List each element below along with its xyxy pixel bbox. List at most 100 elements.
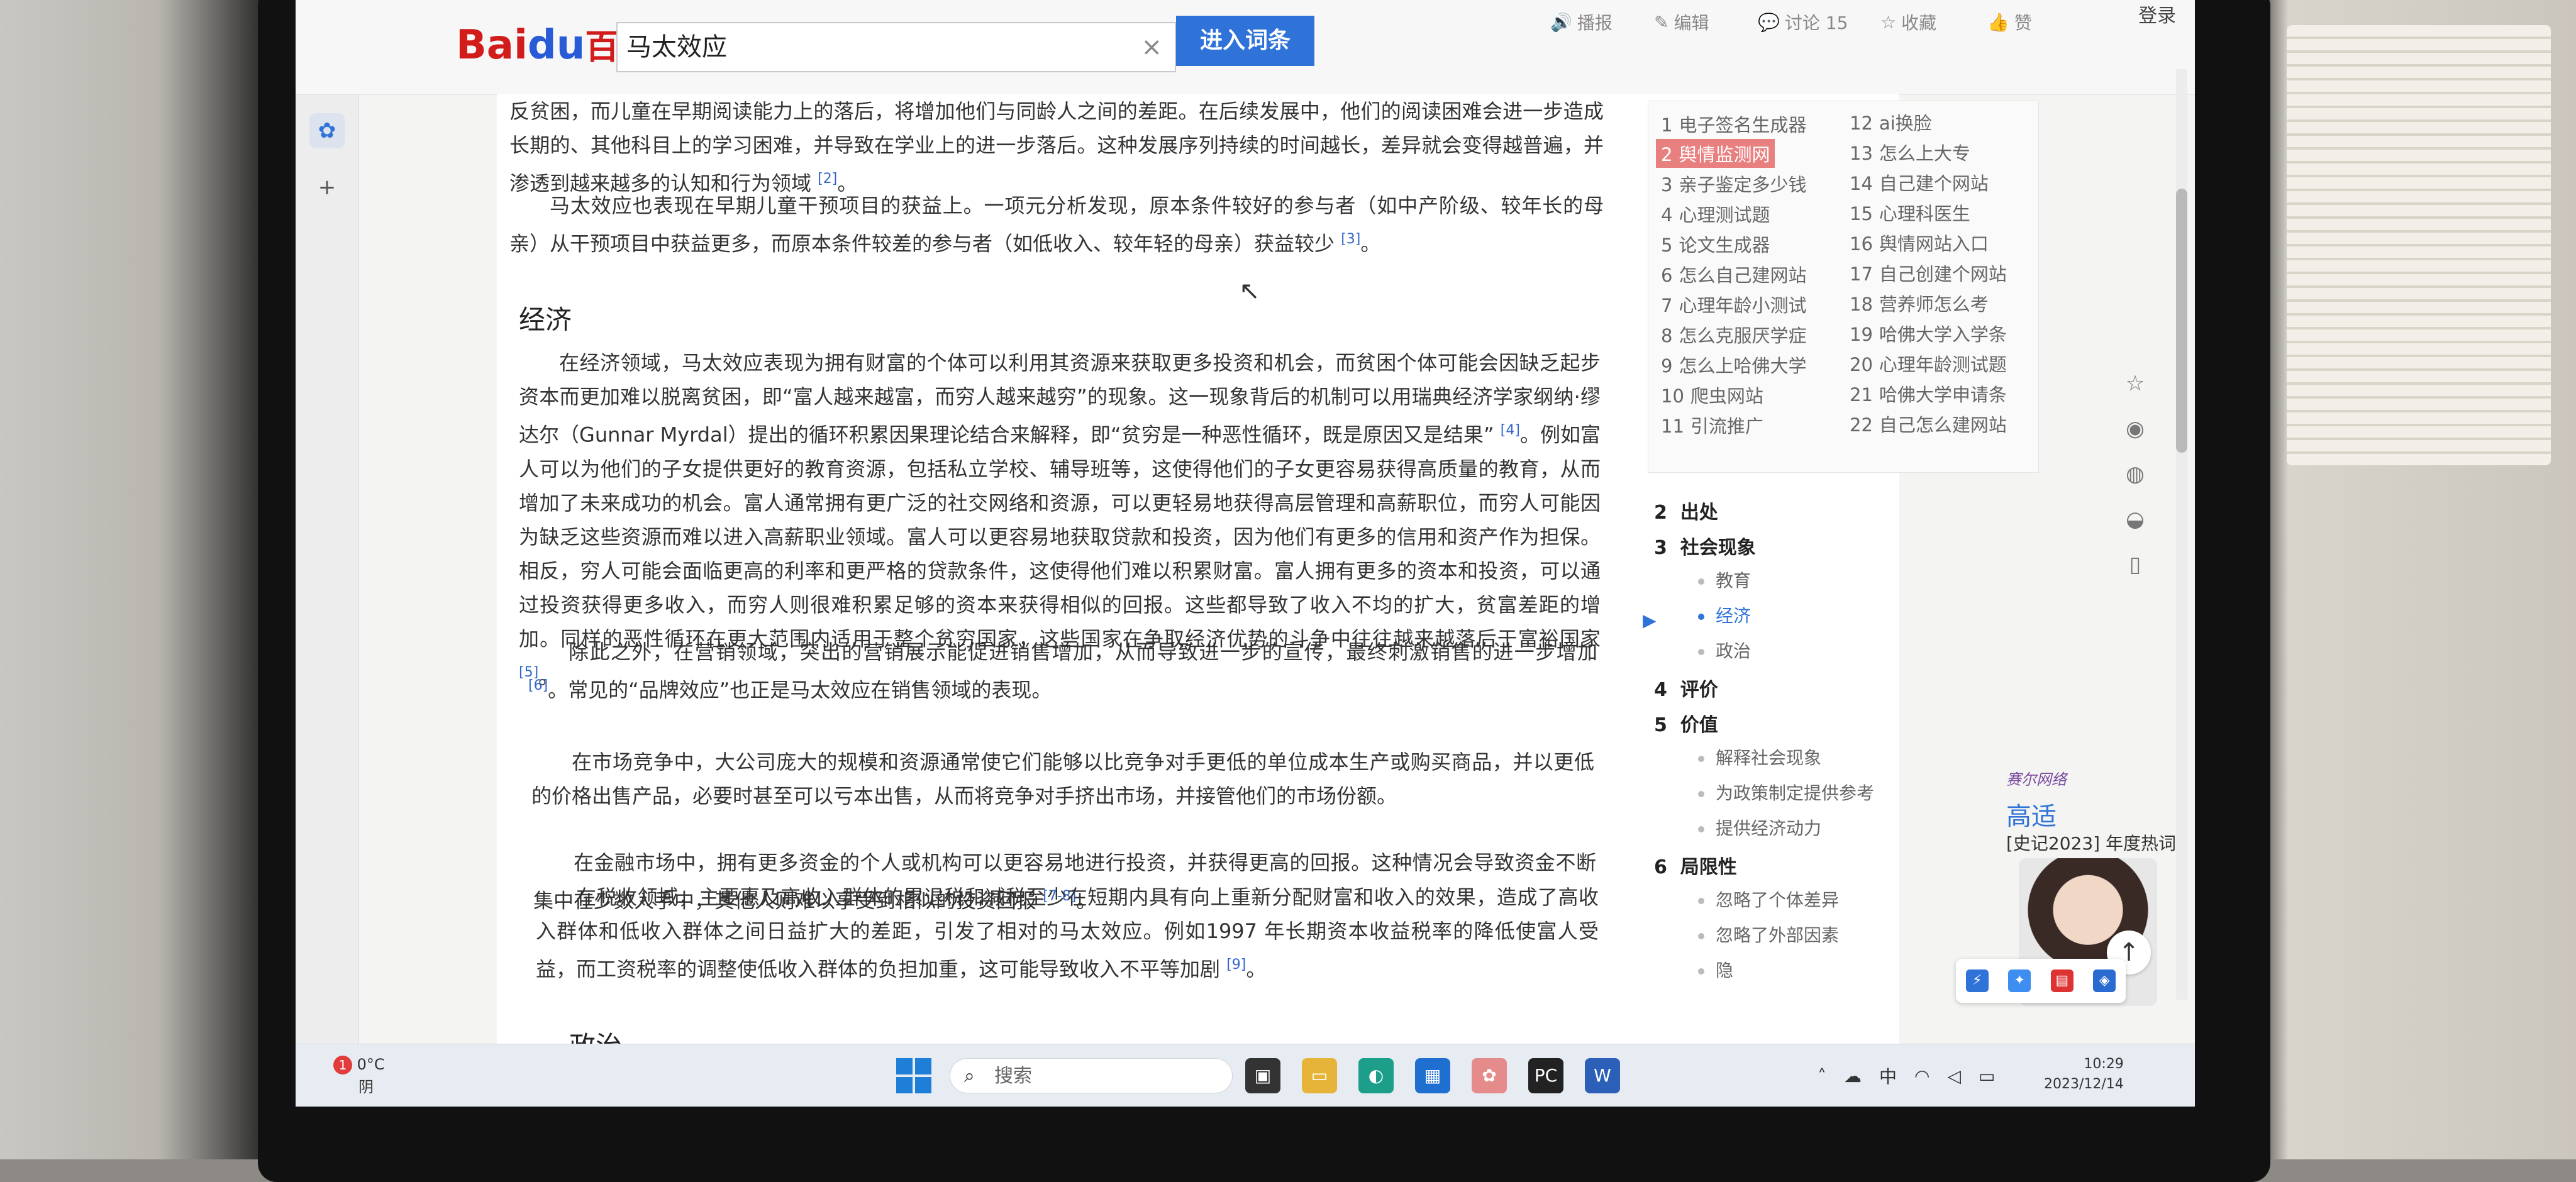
wechat-icon[interactable]: ◍ [2119, 461, 2151, 493]
wifi-icon[interactable]: ◠ [1914, 1066, 1929, 1086]
citation-link[interactable]: [4] [1501, 423, 1520, 438]
weather-widget[interactable]: 1 0°C 阴 [333, 1056, 385, 1096]
related-item[interactable]: 11 引流推广 [1661, 412, 1763, 438]
related-item[interactable]: 20 心理年龄测试题 [1850, 350, 2007, 377]
search-icon: ⌕ [964, 1065, 975, 1087]
add-icon[interactable]: + [309, 170, 345, 205]
speaker-icon: 🔊 [1550, 11, 1572, 33]
paragraph-marketing: 除此之外，在营销领域，突出的营销展示能促进销售增加，从而导致进一步的宣传，最终刺… [528, 640, 1597, 702]
citation-link[interactable]: [6] [528, 678, 548, 693]
related-item[interactable]: 14 自己建个网站 [1850, 169, 1989, 196]
related-item[interactable]: 5 论文生成器 [1661, 231, 1770, 257]
related-item[interactable]: 16 舆情网站入口 [1850, 229, 1989, 256]
edge-icon[interactable]: ◐ [1358, 1058, 1394, 1093]
edit-button[interactable]: ✎ 编辑 [1654, 9, 1709, 35]
toc-item-explain[interactable]: 解释社会现象 [1698, 744, 1821, 770]
related-item[interactable]: 21 哈佛大学申请条 [1850, 380, 2007, 407]
related-item[interactable]: 3 亲子鉴定多少钱 [1661, 170, 1806, 197]
pdf-icon[interactable]: ▤ [2050, 969, 2074, 992]
section-heading-economy: 经济 [519, 304, 572, 335]
related-item[interactable]: 8 怎么克服厌学症 [1661, 321, 1806, 348]
scrollbar-thumb[interactable] [2176, 189, 2187, 453]
login-link[interactable]: 登录 [2138, 0, 2176, 28]
related-item[interactable]: 17 自己创建个网站 [1850, 260, 2007, 286]
ad-subtitle: [史记2023] 年度热词 [2006, 833, 2177, 854]
cloud-icon[interactable]: ☁ [1844, 1066, 1862, 1086]
qq-icon[interactable]: ◒ [2119, 507, 2151, 538]
file-explorer-icon[interactable]: ▭ [1302, 1058, 1337, 1093]
star-icon: ☆ [1880, 11, 1897, 33]
clock[interactable]: 10:29 2023/12/14 [2044, 1054, 2124, 1095]
related-item[interactable]: 10 爬虫网站 [1661, 382, 1763, 408]
star-icon[interactable]: ☆ [2119, 371, 2151, 402]
clear-icon[interactable]: × [1141, 23, 1162, 71]
related-item[interactable]: 18 营养师怎么考 [1850, 290, 1989, 316]
toc-item-individual[interactable]: 忽略了个体差异 [1698, 886, 1839, 912]
citation-link[interactable]: [3] [1341, 231, 1360, 247]
toc-item-source[interactable]: 2 出处 [1654, 497, 1718, 524]
weibo-icon[interactable]: ◉ [2119, 416, 2151, 448]
paragraph-tax: 在税收领域，主要惠及高收入群体的累退税和减税至少在短期内具有向上重新分配财富和收… [536, 885, 1599, 981]
ad-title: 高适 [2006, 802, 2057, 831]
toc-item-evaluation[interactable]: 4 评价 [1654, 674, 1718, 702]
windows-start-icon[interactable] [896, 1058, 931, 1093]
related-item[interactable]: 2 舆情监测网 [1656, 139, 1775, 168]
notification-badge: 1 [333, 1056, 352, 1074]
related-item[interactable]: 15 心理科医生 [1850, 199, 1970, 226]
mouse-cursor-icon: ↖ [1239, 277, 1260, 306]
mobile-icon[interactable]: ▯ [2119, 552, 2151, 583]
toc-item-external[interactable]: 忽略了外部因素 [1698, 922, 1839, 947]
input-language[interactable]: 中 [1879, 1063, 1897, 1088]
toc-item-social[interactable]: 3 社会现象 [1654, 532, 1756, 560]
toc-item-economy[interactable]: 经济 [1698, 602, 1751, 627]
like-button[interactable]: 👍 赞 [1987, 9, 2032, 35]
baidu-paw-icon[interactable]: ✿ [309, 113, 345, 148]
related-searches-panel: 1 电子签名生成器 2 舆情监测网 3 亲子鉴定多少钱 4 心理测试题 5 论文生成器 6… [1648, 101, 2039, 473]
volume-icon[interactable]: ◁ [1947, 1066, 1961, 1086]
related-item[interactable]: 7 心理年龄小测试 [1661, 291, 1806, 318]
toc-item-hidden[interactable]: 隐 [1698, 957, 1733, 982]
pycharm-icon[interactable]: PC [1528, 1058, 1563, 1093]
favorite-button[interactable]: ☆ 收藏 [1880, 9, 1936, 35]
desk-background-right [2249, 0, 2576, 1159]
paper-stack [2287, 25, 2551, 465]
toc-item-limitations[interactable]: 6 局限性 [1654, 851, 1737, 879]
citation-link[interactable]: [9] [1226, 957, 1246, 973]
related-item[interactable]: 22 自己怎么建网站 [1850, 411, 2007, 437]
translate-icon[interactable]: ✦ [2008, 969, 2031, 992]
related-item[interactable]: 12 ai换脸 [1850, 109, 1932, 135]
thumbs-up-icon: 👍 [1987, 11, 2009, 33]
related-item[interactable]: 9 怎么上哈佛大学 [1661, 351, 1806, 378]
store-icon[interactable]: ▦ [1415, 1058, 1450, 1093]
word-icon[interactable]: W [1585, 1058, 1620, 1093]
related-item[interactable]: 13 怎么上大专 [1850, 139, 1970, 165]
chevron-up-icon[interactable]: ˄ [1818, 1066, 1826, 1086]
toc-item-education[interactable]: 教育 [1698, 567, 1751, 592]
ad-brand: 赛尔网络 [2006, 771, 2067, 788]
search-input[interactable]: 马太效应 × [616, 22, 1176, 72]
browser-sidebar: ▢ ⌕ ✿ + [296, 0, 359, 1107]
related-item[interactable]: 19 哈佛大学入学条 [1850, 320, 2007, 346]
toc-item-policy[interactable]: 为政策制定提供参考 [1698, 780, 1874, 805]
lightning-icon[interactable]: ⚡ [1965, 969, 1989, 992]
toc-item-politics[interactable]: 政治 [1698, 638, 1751, 663]
related-item[interactable]: 4 心理测试题 [1661, 201, 1770, 227]
task-view-icon[interactable]: ▣ [1245, 1058, 1280, 1093]
toc-item-value[interactable]: 5 价值 [1654, 709, 1718, 737]
edit-icon: ✎ [1654, 11, 1669, 33]
table-of-contents: 2 出处 3 社会现象 教育 经济 政治 4 评价 5 价值 解释社会现象 为政… [1648, 484, 2038, 987]
share-toolbar: ☆ ◉ ◍ ◒ ▯ [2119, 371, 2157, 622]
toc-item-economic-drive[interactable]: 提供经济动力 [1698, 815, 1821, 840]
related-item[interactable]: 1 电子签名生成器 [1661, 111, 1806, 137]
citation-link[interactable]: [2] [818, 171, 837, 187]
app-icon[interactable]: ✿ [1472, 1058, 1507, 1093]
battery-icon[interactable]: ▭ [1979, 1066, 1995, 1086]
enter-entry-button[interactable]: 进入词条 [1176, 16, 1314, 66]
comment-icon: 💬 [1758, 11, 1780, 33]
related-item[interactable]: 6 怎么自己建网站 [1661, 261, 1806, 287]
taskbar-search[interactable]: ⌕ 搜索 [950, 1058, 1233, 1093]
broadcast-button[interactable]: 🔊 播报 [1550, 9, 1613, 35]
paragraph-education-end: 反贫困，而儿童在早期阅读能力上的落后，将增加他们与同龄人之间的差距。在后续发展中… [509, 99, 1604, 196]
ai-icon[interactable]: ◈ [2093, 969, 2116, 992]
discuss-button[interactable]: 💬 讨论 15 [1758, 9, 1848, 35]
